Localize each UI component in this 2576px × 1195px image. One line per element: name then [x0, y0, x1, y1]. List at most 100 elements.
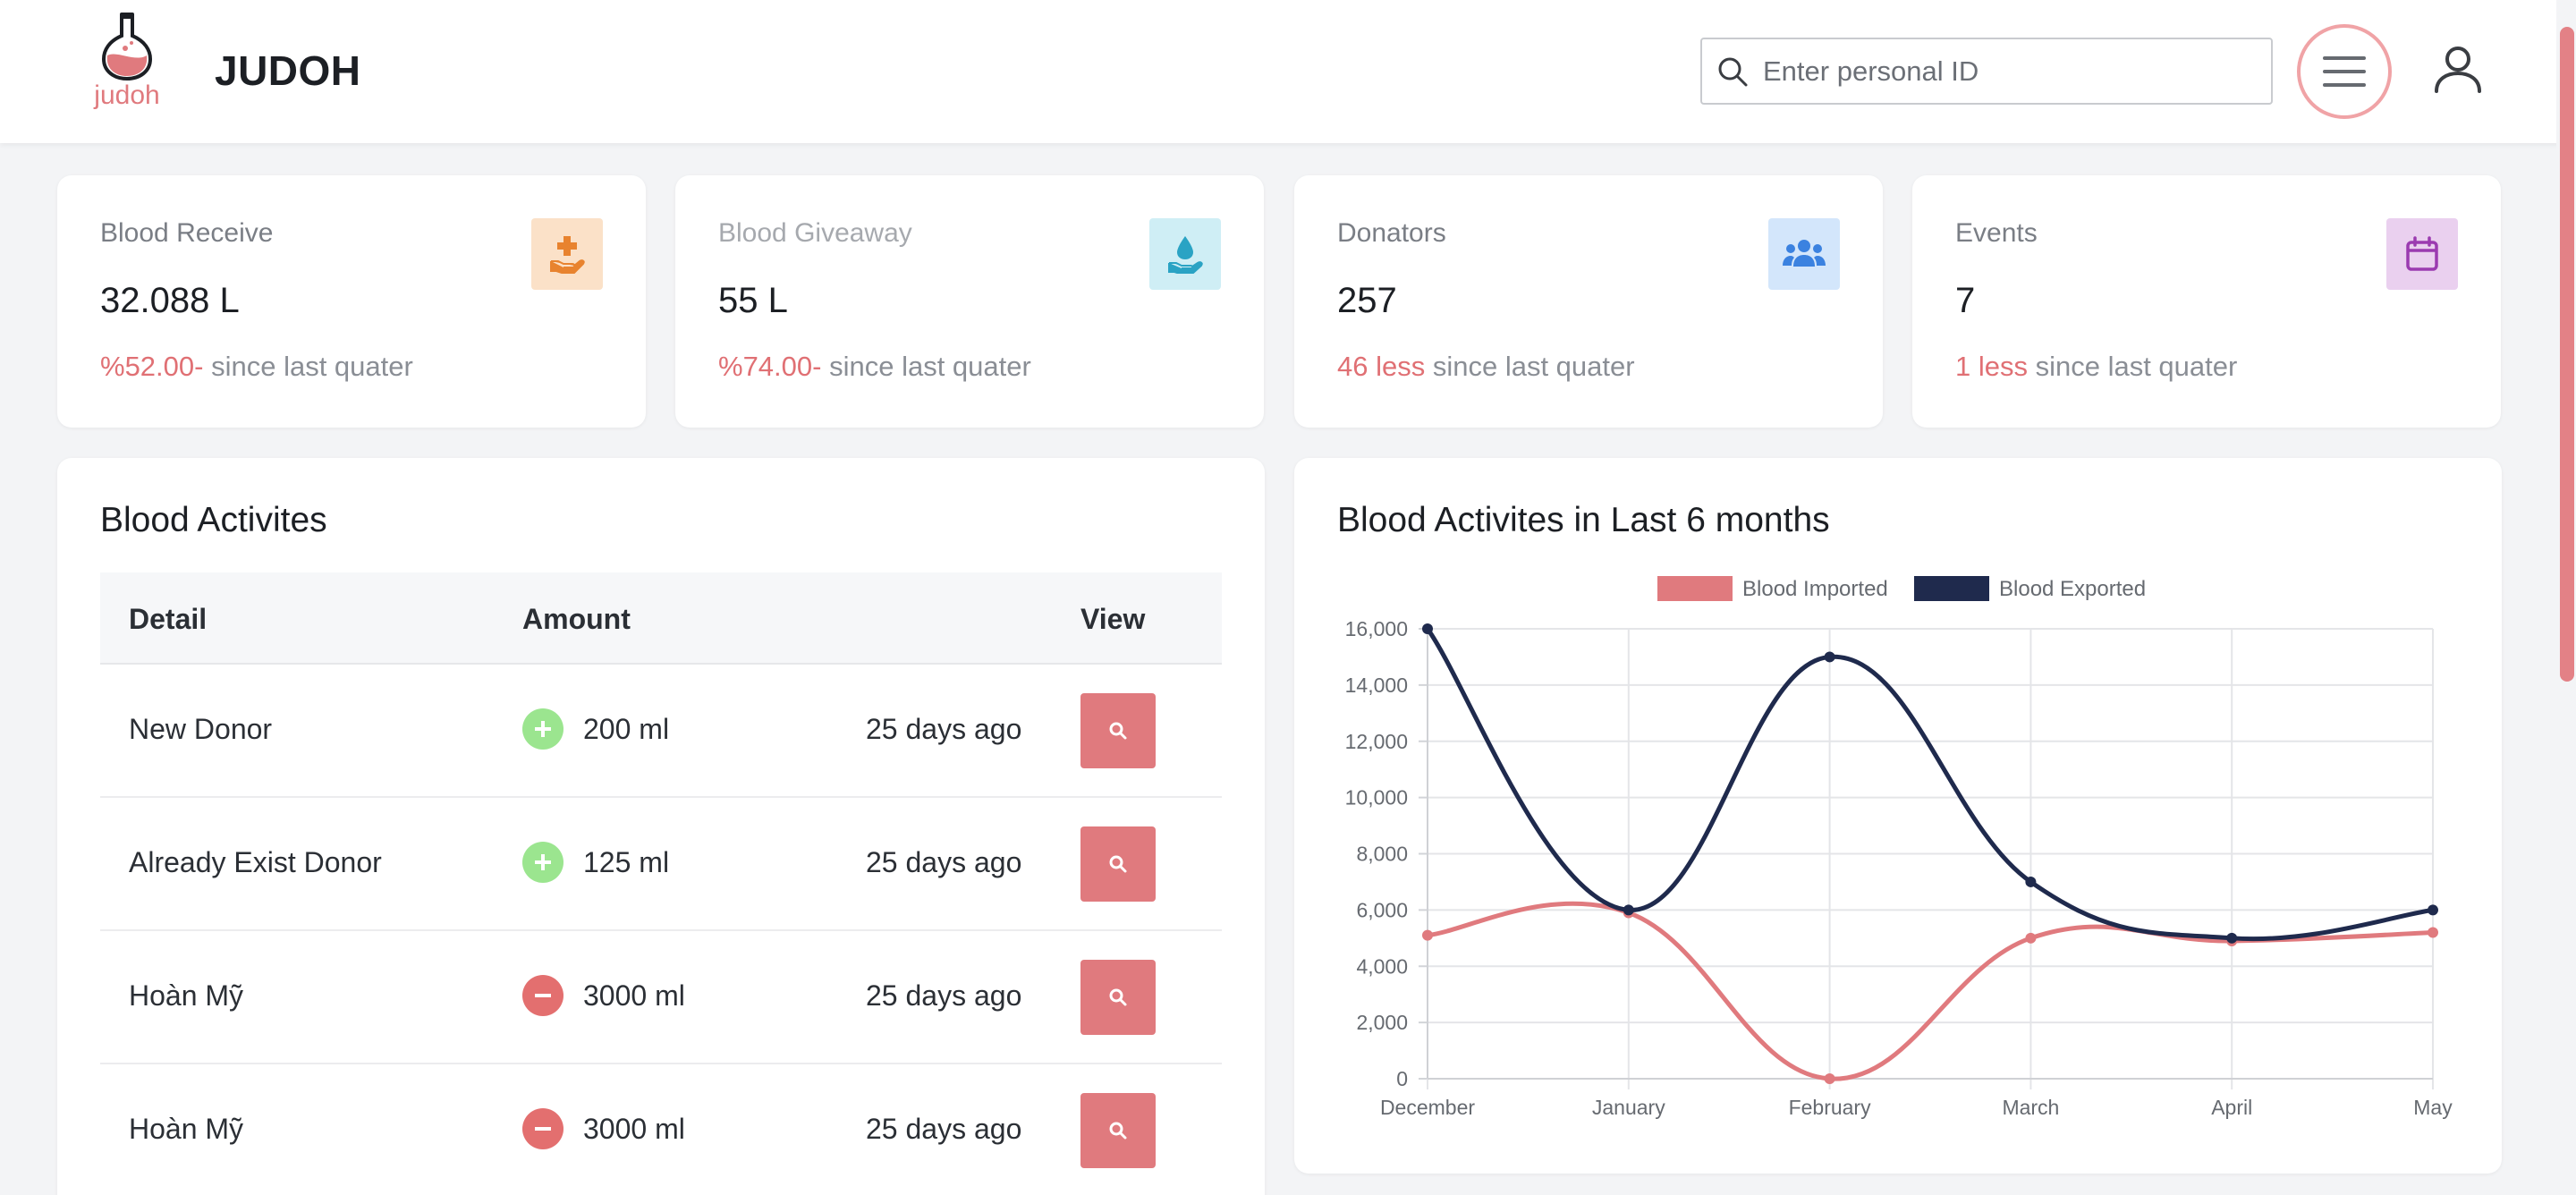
legend-swatch[interactable]	[1914, 576, 1989, 601]
y-tick-label: 10,000	[1345, 786, 1408, 809]
y-tick-label: 2,000	[1356, 1011, 1408, 1034]
plus-icon	[535, 854, 551, 870]
x-tick-label: December	[1380, 1096, 1475, 1119]
series-line-1	[1427, 901, 2434, 1081]
legend-label[interactable]: Blood Imported	[1742, 577, 1888, 601]
table-header: Detail Amount View	[100, 572, 1222, 665]
stat-delta: 1 less since last quater	[1955, 351, 2237, 383]
stat-label: Blood Giveaway	[718, 218, 912, 248]
data-point	[1824, 1073, 1835, 1084]
y-tick-label: 12,000	[1345, 730, 1408, 753]
table-row: Already Exist Donor 125 ml 25 days ago	[100, 798, 1222, 931]
amount-type-badge	[522, 842, 564, 883]
row-detail: Already Exist Donor	[129, 846, 382, 878]
stat-badge	[531, 218, 603, 290]
column-header-detail: Detail	[129, 603, 208, 635]
scrollbar-thumb[interactable]	[2560, 27, 2574, 682]
data-point	[2226, 932, 2238, 944]
user-icon	[2435, 47, 2481, 93]
blood-activities-card: Blood Activites Detail Amount View New D…	[57, 458, 1265, 1195]
data-point	[1623, 904, 1634, 916]
logo[interactable]: judoh	[86, 9, 168, 109]
stat-delta-value: %74.00-	[718, 351, 822, 382]
stat-card-blood-giveaway: Blood Giveaway 55 L %74.00- since last q…	[675, 175, 1264, 428]
stat-delta-value: 46 less	[1337, 351, 1426, 382]
row-time: 25 days ago	[866, 713, 1022, 745]
stat-badge	[1149, 218, 1221, 290]
stat-badge	[2386, 218, 2458, 290]
row-amount: 125 ml	[583, 846, 670, 878]
view-button[interactable]	[1080, 693, 1156, 768]
data-point	[1824, 651, 1835, 663]
x-tick-label: May	[2413, 1096, 2453, 1119]
table-row: Hoàn Mỹ 3000 ml 25 days ago	[100, 1064, 1222, 1195]
logo-text: judoh	[94, 81, 160, 110]
y-tick-label: 8,000	[1356, 843, 1408, 866]
section-title: Blood Activites	[100, 501, 327, 539]
personal-id-input[interactable]	[1763, 55, 2246, 88]
stat-card-donators: Donators 257 46 less since last quater	[1294, 175, 1883, 428]
menu-button[interactable]	[2297, 24, 2392, 119]
minus-icon	[535, 1127, 551, 1131]
row-detail: New Donor	[129, 713, 273, 745]
people-icon	[1783, 240, 1826, 267]
view-button[interactable]	[1080, 1093, 1156, 1168]
row-time: 25 days ago	[866, 979, 1022, 1012]
row-detail: Hoàn Mỹ	[129, 979, 244, 1012]
x-tick-label: February	[1789, 1096, 1872, 1119]
row-amount: 200 ml	[583, 713, 670, 745]
stat-value: 32.088 L	[100, 281, 240, 320]
y-tick-label: 0	[1396, 1067, 1408, 1090]
stat-value: 55 L	[718, 281, 788, 320]
data-point	[1422, 929, 1433, 941]
column-header-amount: Amount	[522, 603, 631, 635]
table-row: New Donor 200 ml 25 days ago	[100, 665, 1222, 798]
brand-title: JUDOH	[215, 47, 361, 94]
stat-delta-suffix: since last quater	[1425, 351, 1635, 382]
stat-delta: %74.00- since last quater	[718, 351, 1031, 383]
data-point	[1422, 623, 1433, 634]
row-time: 25 days ago	[866, 846, 1022, 878]
amount-type-badge	[522, 975, 564, 1016]
stat-delta-suffix: since last quater	[203, 351, 413, 382]
chart-card: Blood Activites in Last 6 months 0 2,000 4…	[1294, 458, 2502, 1174]
stat-delta-value: %52.00-	[100, 351, 204, 382]
search-icon	[1109, 1122, 1127, 1140]
x-tick-label: March	[2002, 1096, 2059, 1119]
plus-icon	[535, 721, 551, 737]
calendar-icon	[2406, 236, 2438, 271]
stat-card-blood-receive: Blood Receive 32.088 L %52.00- since las…	[57, 175, 646, 428]
stat-card-events: Events 7 1 less since last quater	[1912, 175, 2501, 428]
legend-label[interactable]: Blood Exported	[1999, 577, 2146, 601]
activities-table: Detail Amount View New Donor 200 ml 25 day…	[100, 572, 1222, 1195]
search-icon	[1109, 722, 1127, 740]
flask-logo-icon	[101, 13, 153, 81]
line-chart: 0 2,000 4,000 6,000 8,000 10,000 12,000 14,000 1…	[1345, 576, 2453, 1119]
hand-plus-icon	[550, 236, 585, 274]
stat-value: 257	[1337, 281, 1397, 320]
stat-delta-suffix: since last quater	[2027, 351, 2238, 382]
data-point	[2428, 904, 2438, 916]
stat-delta-suffix: since last quater	[821, 351, 1031, 382]
stat-delta: %52.00- since last quater	[100, 351, 413, 383]
stat-delta: 46 less since last quater	[1337, 351, 1635, 383]
minus-icon	[535, 994, 551, 997]
y-tick-label: 6,000	[1356, 898, 1408, 921]
view-button[interactable]	[1080, 826, 1156, 902]
stat-label: Donators	[1337, 218, 1446, 248]
amount-type-badge	[522, 708, 564, 750]
user-button[interactable]	[2431, 43, 2485, 97]
stat-label: Blood Receive	[100, 218, 274, 248]
stat-label: Events	[1955, 218, 2038, 248]
row-time: 25 days ago	[866, 1113, 1022, 1145]
amount-type-badge	[522, 1108, 564, 1149]
search-icon	[1109, 988, 1127, 1006]
search-box[interactable]	[1700, 38, 2273, 105]
y-tick-label: 4,000	[1356, 954, 1408, 978]
stat-badge	[1768, 218, 1840, 290]
search-icon	[1718, 57, 1748, 86]
stat-delta-value: 1 less	[1955, 351, 2028, 382]
legend-swatch[interactable]	[1657, 576, 1733, 601]
series-line-2	[1425, 627, 2434, 942]
view-button[interactable]	[1080, 960, 1156, 1035]
